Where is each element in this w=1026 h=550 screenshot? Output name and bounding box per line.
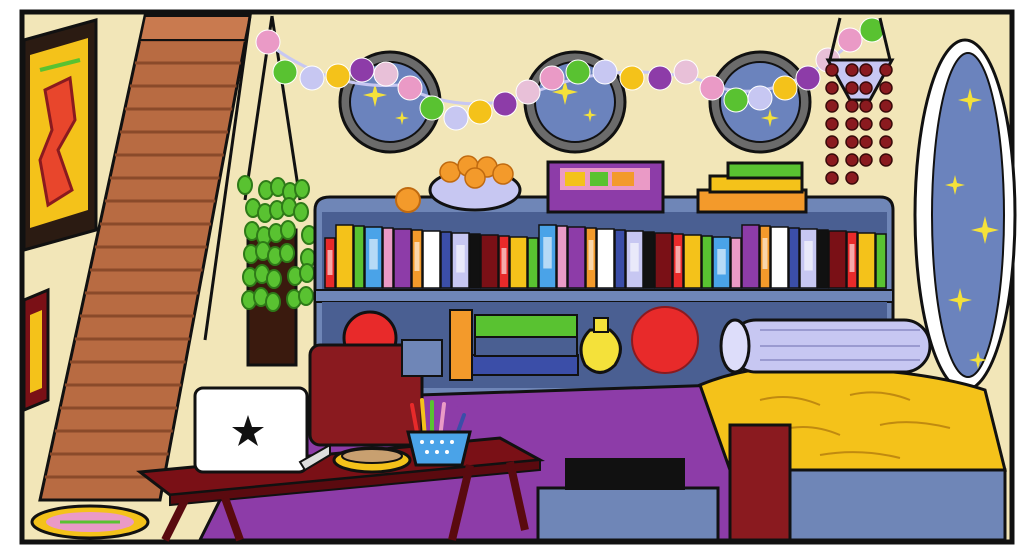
orange-fruit bbox=[395, 187, 421, 213]
desk-plate bbox=[332, 446, 412, 474]
box-on-shelf bbox=[546, 160, 665, 214]
wall-painting-large bbox=[22, 18, 98, 252]
room-scene bbox=[19, 9, 1017, 545]
red-pompom bbox=[631, 306, 699, 374]
fruit-bowl bbox=[428, 155, 522, 212]
bolster-pillow bbox=[719, 318, 932, 374]
bed bbox=[698, 364, 1007, 542]
book-stack-lower bbox=[449, 309, 579, 381]
small-rug bbox=[30, 504, 150, 540]
wall-painting-small bbox=[22, 287, 50, 413]
